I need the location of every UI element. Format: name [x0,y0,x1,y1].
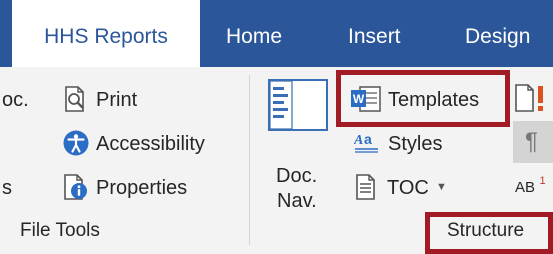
toc-label: TOC [387,177,429,199]
styles-label: Styles [388,133,443,155]
accessibility-label: Accessibility [96,133,205,155]
partial-button-s[interactable]: s [2,177,12,200]
properties-icon [64,174,87,200]
superscript-button[interactable]: AB 1 [515,175,546,197]
svg-text:a: a [364,131,372,147]
accessibility-icon [63,130,89,156]
templates-highlight-box [336,70,510,127]
navigation-pane-icon [268,79,328,131]
new-document-warning-icon [515,84,543,112]
table-of-contents-icon [356,174,375,200]
properties-label: Properties [96,177,188,199]
print-label: Print [96,89,138,111]
doc-nav-label-line2: Nav. [277,190,317,212]
print-preview-icon [65,86,84,112]
styles-icon: A a [354,131,378,153]
ribbon-tab-bar: HHS Reports Home Insert Design [0,0,553,67]
structure-highlight-box [425,212,553,254]
tab-hhs-reports[interactable]: HHS Reports [12,0,200,67]
file-tools-group-label: File Tools [20,220,100,241]
doc-nav-button[interactable]: Doc. Nav. [268,79,330,214]
tab-insert[interactable]: Insert [348,0,401,67]
superscript-label: AB [515,179,536,196]
new-document-button[interactable] [514,83,550,120]
ribbon-body: oc. Print Accessibility s Properties Fil [0,67,553,254]
doc-button-partial[interactable]: oc. [2,89,29,112]
tab-home[interactable]: Home [226,0,282,67]
group-separator [249,75,250,245]
tab-design[interactable]: Design [465,0,530,67]
doc-nav-label-line1: Doc. [276,165,318,187]
svg-text:A: A [354,133,363,148]
chevron-down-icon: ▼ [436,181,447,193]
pilcrow-button[interactable]: ¶ [513,121,553,163]
pilcrow-icon: ¶ [525,128,538,155]
superscript-mark: 1 [539,175,546,187]
